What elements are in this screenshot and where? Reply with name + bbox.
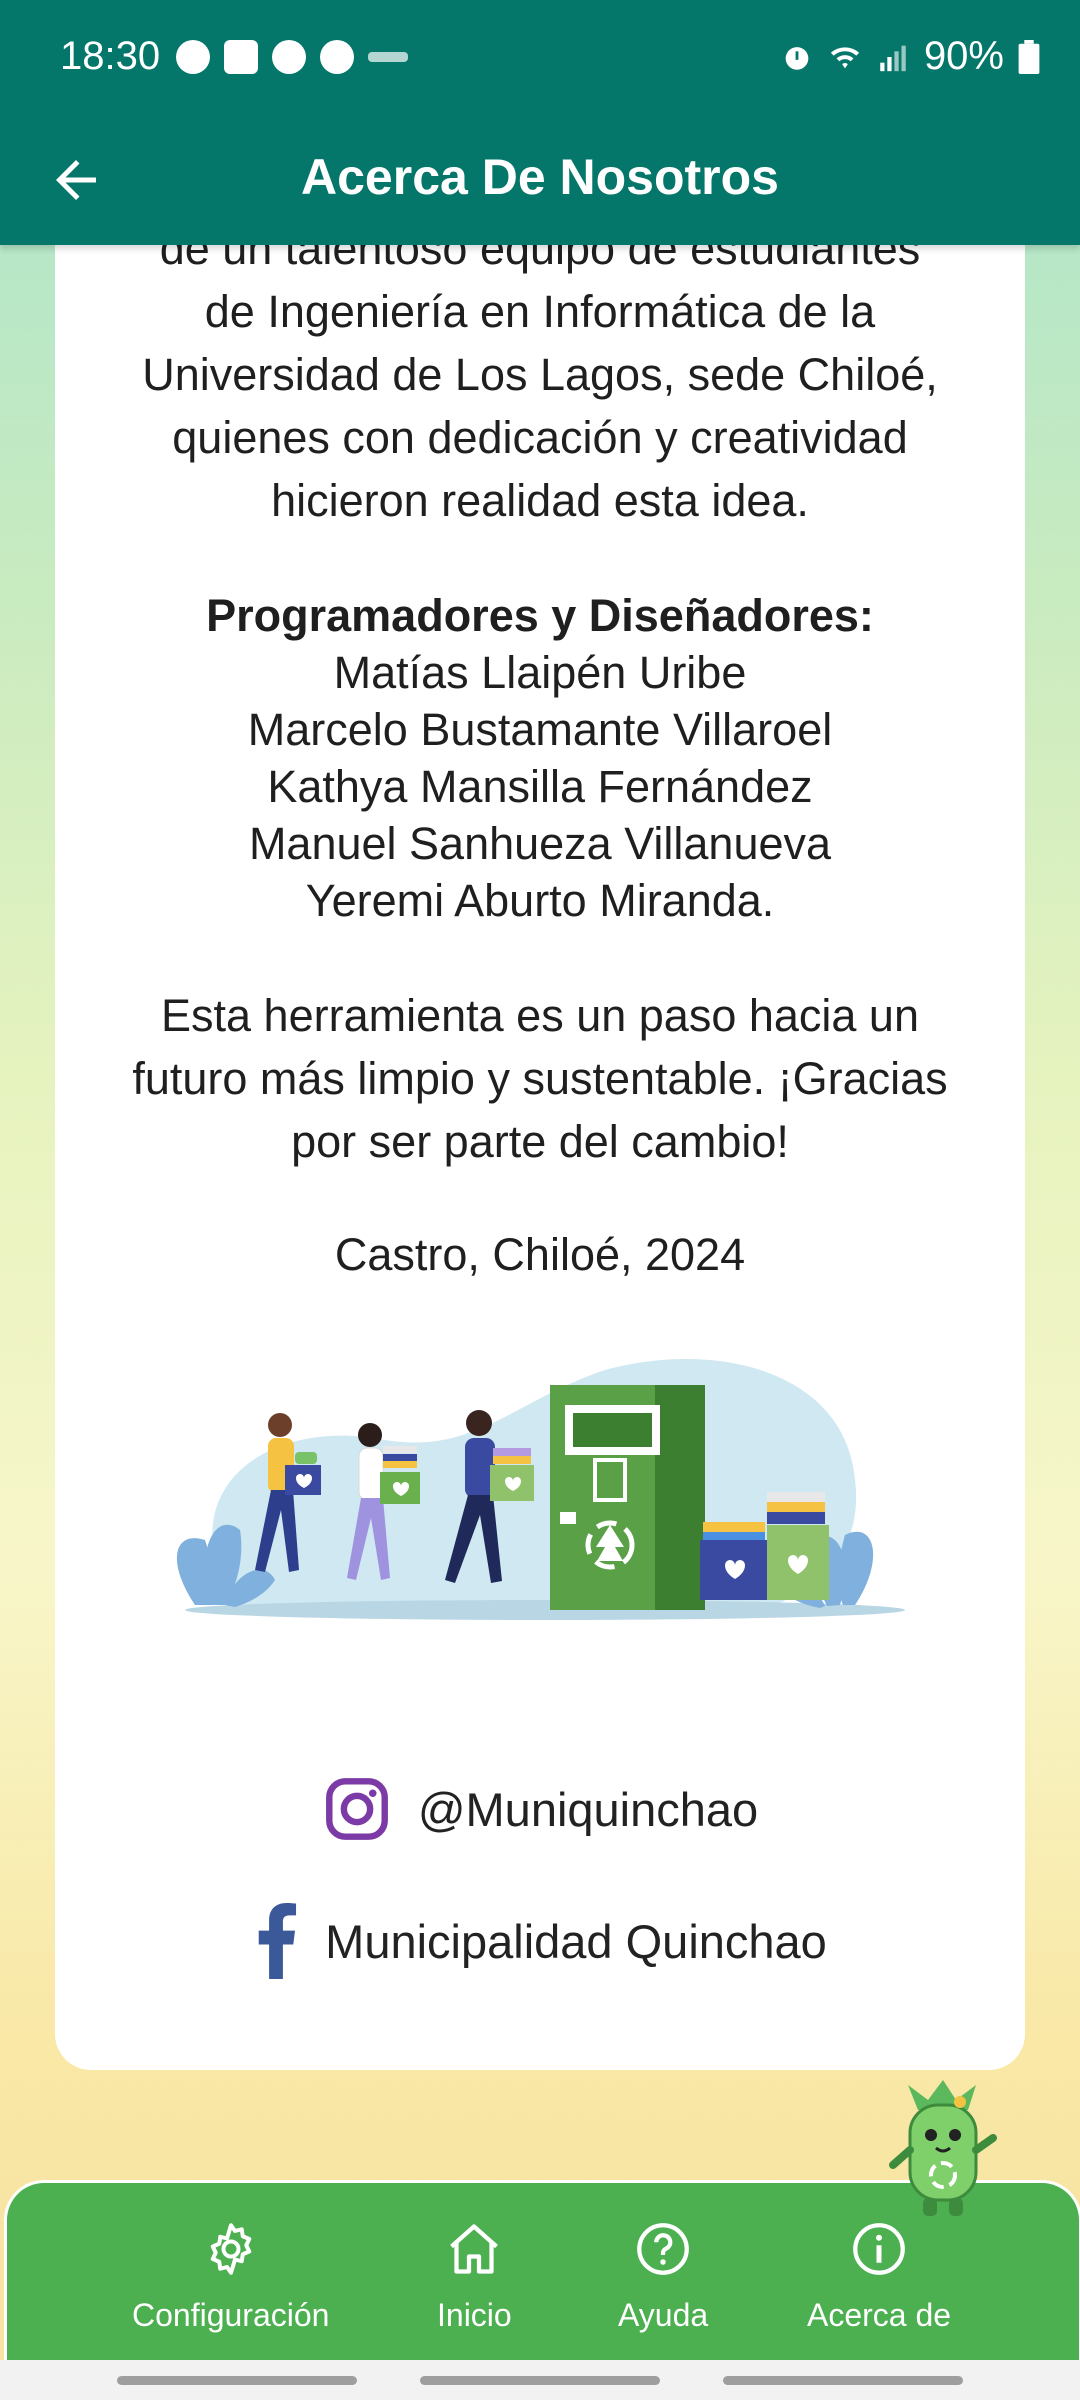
facebook-link[interactable]: Municipalidad Quinchao [55, 1903, 1025, 1979]
nav-label: Inicio [437, 2297, 512, 2333]
system-home-handle[interactable] [420, 2376, 660, 2385]
team-heading: Programadores y Diseñadores: [206, 590, 874, 641]
facebook-icon [258, 1903, 297, 1979]
nav-item-inicio[interactable]: Inicio [437, 2219, 512, 2334]
system-back-handle[interactable] [723, 2376, 963, 2385]
facebook-name: Municipalidad Quinchao [325, 1914, 827, 1968]
gallery-icon [224, 40, 258, 74]
intro-line: quienes con dedicación y creatividad [172, 412, 908, 463]
battery-icon [1018, 39, 1040, 74]
nav-label: Acerca de [807, 2297, 952, 2333]
info-icon [853, 2223, 905, 2275]
closing-line: futuro más limpio y sustentable. ¡Gracia… [132, 1053, 948, 1104]
team-member: Matías Llaipén Uribe [333, 647, 747, 698]
instagram-link[interactable]: @Muniquinchao [55, 1774, 1025, 1844]
team-member: Manuel Sanhueza Villanueva [248, 818, 832, 869]
about-card: de un talentoso equipo de estudiantes de… [55, 180, 1025, 2070]
place-date: Castro, Chiloé, 2024 [334, 1229, 746, 1280]
instagram-handle: @Muniquinchao [417, 1782, 759, 1836]
team-section: Programadores y Diseñadores: Matías Llai… [55, 587, 1025, 929]
instagram-icon [325, 1778, 388, 1840]
more-notifications-icon [368, 52, 408, 62]
nav-label: Configuración [132, 2297, 330, 2333]
help-icon [637, 2223, 689, 2275]
notification-dot-icon [176, 40, 210, 74]
alarm-icon [785, 46, 809, 70]
nav-item-configuracion[interactable]: Configuración [132, 2219, 329, 2334]
intro-line: de Ingeniería en Informática de la [204, 286, 876, 337]
drive-icon [320, 40, 354, 74]
closing-line: Esta herramienta es un paso hacia un [161, 990, 919, 1041]
home-icon [450, 2224, 499, 2274]
status-bar: 18:30 90% [0, 0, 1080, 120]
notification-icons [176, 40, 408, 74]
battery-percent: 90% [923, 34, 1004, 78]
closing-paragraph: Esta herramienta es un paso hacia un fut… [55, 984, 1025, 1173]
page-title: Acerca De Nosotros [301, 149, 779, 205]
team-member: Yeremi Aburto Miranda. [305, 875, 775, 926]
nav-label: Ayuda [618, 2297, 709, 2333]
mascot-icon [889, 2080, 997, 2216]
intro-paragraph: de un talentoso equipo de estudiantes de… [55, 217, 1025, 532]
intro-line: Universidad de Los Lagos, sede Chiloé, [142, 349, 938, 400]
closing-line: por ser parte del cambio! [291, 1116, 789, 1167]
system-recents-handle[interactable] [117, 2376, 357, 2385]
team-member: Marcelo Bustamante Villaroel [247, 704, 833, 755]
signal-icon [880, 45, 906, 71]
nav-item-ayuda[interactable]: Ayuda [618, 2219, 708, 2334]
gear-icon [210, 2223, 251, 2275]
wifi-icon [830, 46, 860, 68]
team-member: Kathya Mansilla Fernández [267, 761, 813, 812]
nav-item-acerca-de[interactable]: Acerca de [807, 2219, 951, 2334]
intro-line: hicieron realidad esta idea. [271, 475, 809, 526]
app-a-icon [272, 40, 306, 74]
app-bar: Acerca De Nosotros [0, 120, 1080, 245]
recycling-illustration [176, 1359, 905, 1620]
status-time: 18:30 [60, 34, 161, 78]
